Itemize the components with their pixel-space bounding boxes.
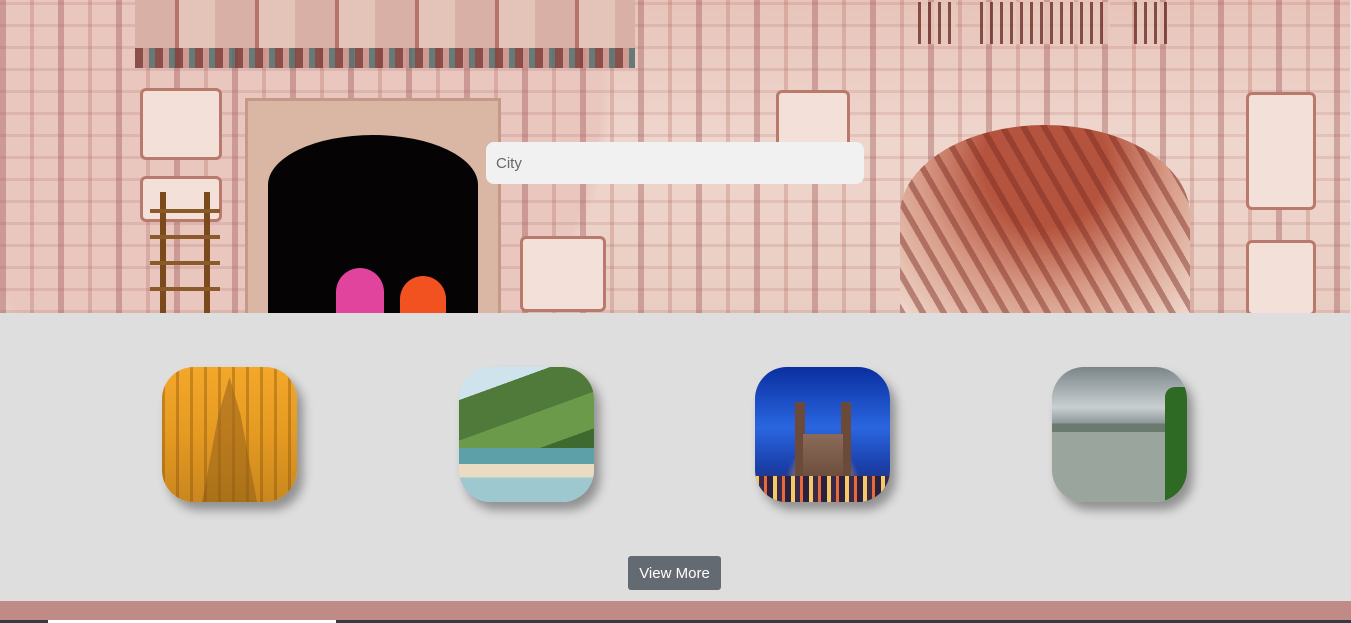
- hero-painted-panel: [520, 236, 606, 312]
- city-gallery: View More: [0, 313, 1351, 601]
- hero-ladder: [150, 192, 220, 313]
- hero-painted-panel: [1246, 240, 1316, 313]
- hero-painted-panel: [140, 88, 222, 160]
- city-tile-golden-tower[interactable]: [162, 367, 297, 502]
- footer-band: [0, 601, 1351, 620]
- city-tile-lake[interactable]: [1052, 367, 1187, 502]
- hero-painted-panel: [1246, 92, 1316, 210]
- hero-figure-pink: [336, 268, 384, 313]
- city-tile-beach[interactable]: [459, 367, 594, 502]
- hero-top-frieze: [135, 0, 635, 48]
- charminar-gate: [803, 434, 843, 482]
- city-tile-charminar[interactable]: [755, 367, 890, 502]
- hero-ornamental-band: [135, 48, 635, 68]
- view-more-button[interactable]: View More: [628, 556, 721, 590]
- hero-lattice-window: [980, 2, 1110, 44]
- city-search-input[interactable]: [486, 142, 864, 184]
- hero-right-arch: [900, 125, 1190, 313]
- hero-lattice-window: [918, 2, 956, 44]
- hero-lattice-window: [1134, 2, 1168, 44]
- city-lights: [755, 476, 890, 502]
